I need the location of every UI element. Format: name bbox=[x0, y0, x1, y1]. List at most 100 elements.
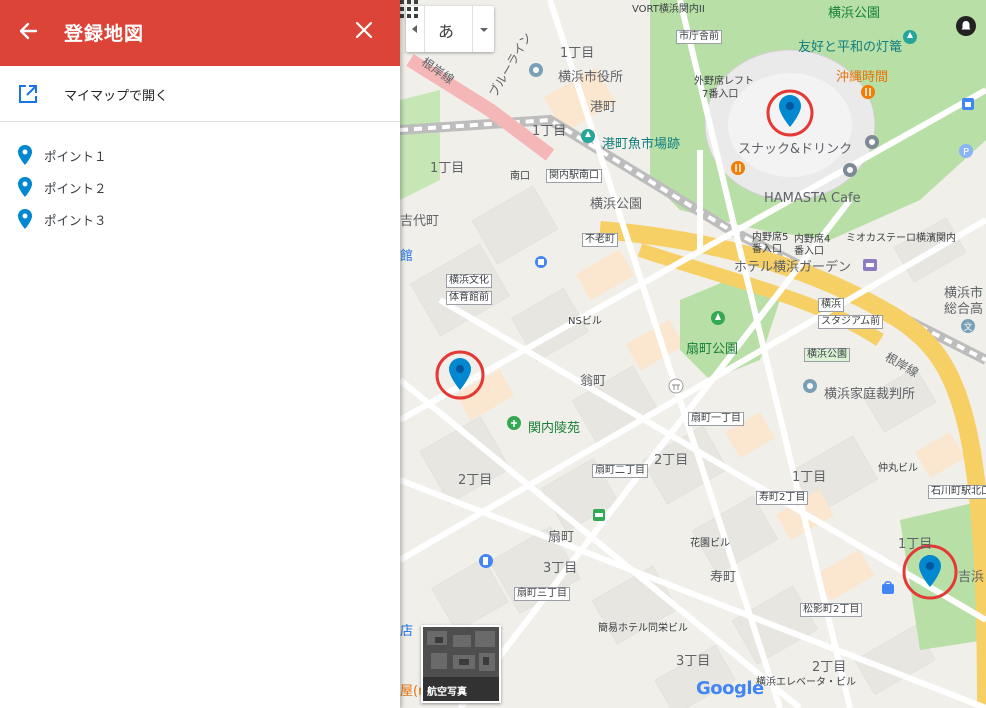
map-label-hotel-garden: ホテル横浜ガーデン bbox=[734, 260, 852, 275]
point-label: ポイント３ bbox=[44, 213, 107, 228]
point-list-item-1[interactable]: ポイント１ bbox=[0, 140, 400, 170]
map-pin-icon bbox=[18, 209, 32, 229]
map-label-chome: 1丁目 bbox=[560, 46, 595, 61]
map-pin-icon bbox=[18, 177, 32, 197]
map-label-minato-cho: 港町 bbox=[590, 100, 617, 115]
map-label-ns-bldg: NSビル bbox=[568, 316, 602, 327]
map-label-snack: スナック&ドリンク bbox=[738, 142, 853, 157]
svg-text:文: 文 bbox=[964, 321, 973, 333]
map-label-minato-fish-market: 港町魚市場跡 bbox=[602, 137, 681, 152]
map-label-yokohama-park-road: 横浜公園 bbox=[590, 197, 643, 212]
cafe-poi-icon[interactable] bbox=[842, 162, 858, 182]
government-poi-icon[interactable] bbox=[528, 62, 544, 78]
map-label-kan: 館 bbox=[400, 249, 414, 264]
back-button[interactable] bbox=[14, 16, 44, 46]
close-icon bbox=[355, 21, 373, 39]
bus-stop-yokohama-stadium[interactable]: 横浜 bbox=[818, 298, 844, 312]
bus-stop-kotobuki-2[interactable]: 寿町2丁目 bbox=[756, 491, 809, 505]
map-label-yuko-heiwa: 友好と平和の灯篭 bbox=[798, 40, 903, 55]
aerial-label: 航空写真 bbox=[427, 687, 467, 698]
cafe-poi-icon[interactable] bbox=[864, 134, 880, 154]
map-label-city-hall: 横浜市役所 bbox=[558, 70, 624, 85]
map-label-kotobuki: 寿町 bbox=[710, 570, 737, 585]
landmark-poi-icon[interactable] bbox=[902, 29, 918, 49]
bus-stop-furou[interactable]: 不老町 bbox=[582, 233, 618, 247]
bell-icon bbox=[961, 21, 971, 30]
bus-stop-stadium-mae[interactable]: スタジアム前 bbox=[818, 315, 884, 329]
close-button[interactable] bbox=[350, 16, 378, 44]
map-label-chome: 2丁目 bbox=[458, 473, 493, 488]
bank-poi-icon[interactable] bbox=[592, 508, 606, 522]
map-pin-icon bbox=[18, 145, 32, 165]
open-in-mymaps-link[interactable]: マイマップで開く bbox=[0, 67, 400, 122]
parking-poi-icon[interactable]: P bbox=[958, 143, 974, 159]
park-poi-icon[interactable] bbox=[710, 310, 726, 330]
aerial-view-toggle[interactable]: 航空写真 bbox=[421, 625, 501, 703]
map-label-family-court: 横浜家庭裁判所 bbox=[824, 387, 916, 402]
map-label-kannai-ryoen: 関内陵苑 bbox=[528, 421, 581, 436]
map-label-minami-guchi: 南口 bbox=[510, 171, 530, 182]
map-label-gate4: 番入口 bbox=[794, 246, 824, 257]
map-label-hotel-dobou: 簡易ホテル同栄ビル bbox=[598, 623, 688, 634]
restaurant-poi-icon[interactable] bbox=[860, 84, 876, 104]
map-label-chome: 3丁目 bbox=[543, 561, 578, 576]
point-label: ポイント２ bbox=[44, 181, 107, 196]
map-label-ogimachi-park: 扇町公園 bbox=[686, 342, 739, 357]
map-label-vort: VORT横浜関内II bbox=[632, 4, 705, 15]
restaurant-poi-icon[interactable] bbox=[730, 160, 746, 180]
panel-title: 登録地図 bbox=[64, 23, 145, 45]
point-list-item-3[interactable]: ポイント３ bbox=[0, 204, 400, 234]
shopping-bag-poi-icon[interactable] bbox=[880, 580, 896, 596]
post-office-poi-icon[interactable] bbox=[534, 255, 548, 269]
arrow-left-icon bbox=[19, 22, 38, 40]
hotel-poi-icon[interactable] bbox=[862, 257, 878, 273]
map-label-gate5: 番入口 bbox=[752, 244, 782, 255]
bus-stop-ogimachi-3[interactable]: 扇町三丁目 bbox=[514, 587, 570, 601]
bus-stop-yokohama-park[interactable]: 横浜公園 bbox=[804, 348, 850, 362]
map-label-nakamaru-bldg: 仲丸ビル bbox=[878, 463, 918, 474]
shrine-poi-icon[interactable] bbox=[668, 378, 684, 394]
map-label-hamasta: HAMASTA Cafe bbox=[764, 191, 861, 206]
map-label-chome: 1丁目 bbox=[792, 470, 827, 485]
apps-grid-icon[interactable] bbox=[400, 0, 418, 18]
map-label-ogimachi: 扇町 bbox=[548, 530, 575, 545]
language-dropdown-button[interactable] bbox=[472, 6, 495, 52]
language-button[interactable]: あ bbox=[424, 6, 472, 52]
bus-stop-ishikawa-north[interactable]: 石川町駅北口 bbox=[928, 485, 986, 499]
court-poi-icon[interactable] bbox=[802, 378, 818, 398]
language-control: あ bbox=[406, 6, 494, 52]
bus-stop-ogimachi-1[interactable]: 扇町一丁目 bbox=[688, 412, 744, 426]
registered-map-panel: 登録地図 マイマップで開く ポイント１ ポイント２ ポイント３ bbox=[0, 0, 400, 708]
registered-marker-3-icon[interactable] bbox=[919, 555, 941, 587]
map-label-chome: 2丁目 bbox=[654, 453, 689, 468]
language-label: あ bbox=[438, 22, 455, 41]
school-poi-icon[interactable]: 文 bbox=[960, 318, 976, 334]
map-label-yokohama-park: 横浜公園 bbox=[828, 6, 881, 21]
gas-station-poi-icon[interactable] bbox=[478, 553, 494, 573]
notifications-button[interactable] bbox=[956, 16, 976, 36]
map-label-chome: 1丁目 bbox=[532, 124, 567, 139]
bus-stop-ogimachi-2[interactable]: 扇町二丁目 bbox=[592, 464, 648, 478]
map-label-yokohama-elevator: 横浜エレベータ・ビル bbox=[756, 677, 856, 688]
map-label-gate7: 7番入口 bbox=[702, 89, 739, 100]
shopping-poi-icon[interactable] bbox=[960, 96, 976, 112]
bus-stop-kannai-south[interactable]: 関内駅南口 bbox=[546, 169, 602, 183]
open-in-mymaps-label: マイマップで開く bbox=[64, 89, 169, 104]
registered-marker-2-icon[interactable] bbox=[449, 358, 471, 390]
registered-marker-1-icon[interactable] bbox=[779, 95, 801, 127]
panel-header: 登録地図 bbox=[0, 0, 400, 66]
caret-down-icon bbox=[480, 28, 488, 32]
bus-stop-shiyakusho[interactable]: 市庁舎前 bbox=[676, 30, 722, 44]
bus-stop-bunka[interactable]: 横浜文化 bbox=[446, 274, 492, 288]
map-label-okina-cho: 翁町 bbox=[580, 374, 607, 389]
google-logo-text: Google bbox=[696, 678, 764, 699]
map-label-yoshihama: 吉浜 bbox=[958, 570, 985, 585]
landmark-poi-icon[interactable] bbox=[580, 128, 596, 148]
open-in-new-icon bbox=[19, 85, 37, 103]
point-list-item-2[interactable]: ポイント２ bbox=[0, 172, 400, 202]
bus-stop-bunka-2[interactable]: 体育館前 bbox=[446, 291, 492, 305]
cemetery-poi-icon[interactable] bbox=[506, 415, 522, 435]
bus-stop-matsukage-2[interactable]: 松影町2丁目 bbox=[800, 603, 863, 617]
map-canvas[interactable]: あ 横浜公園 友好と平和の灯篭 沖縄時間 横浜市役所 港町 1丁目 1丁目 1丁… bbox=[400, 0, 986, 708]
map-label-yokohama-city-2: 総合高 bbox=[944, 302, 984, 317]
